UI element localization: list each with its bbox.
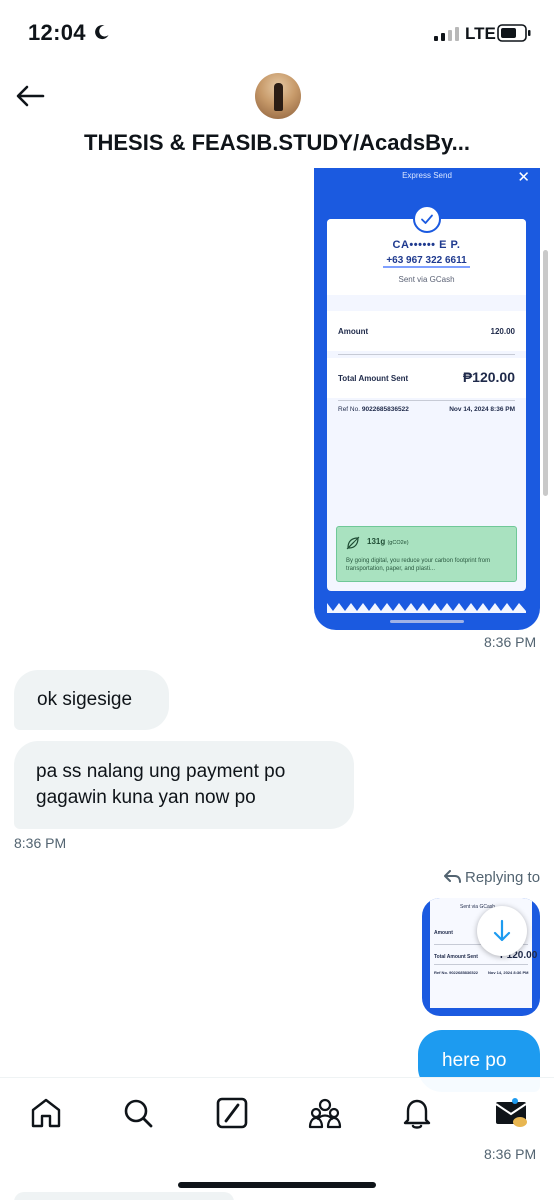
scroll-to-bottom-button[interactable]: [477, 906, 527, 956]
message-text-line: pa ss nalang ung payment po: [36, 761, 286, 782]
incoming-message-bubble[interactable]: pa ss nalang ung payment po gagawin kuna…: [14, 741, 354, 829]
media-home-indicator: [390, 620, 464, 623]
conversation-title[interactable]: THESIS & FEASIB.STUDY/AcadsBy...: [0, 130, 554, 156]
close-icon: ✕: [517, 169, 530, 186]
thumb-total-label: Total Amount Sent: [434, 954, 478, 960]
message-text-line: gagawin kuna yan now po: [36, 787, 256, 808]
message-text: ok sigesige: [37, 689, 133, 710]
amount-value: 120.00: [490, 327, 515, 336]
messages-icon[interactable]: [494, 1096, 528, 1130]
amount-row: Amount 120.00: [327, 311, 526, 351]
moon-icon: [95, 25, 109, 40]
home-indicator[interactable]: [178, 1182, 376, 1188]
notifications-icon[interactable]: [400, 1096, 434, 1130]
amount-label: Amount: [338, 327, 369, 336]
message-timestamp: 8:36 PM: [484, 634, 537, 650]
scrollbar[interactable]: [543, 250, 548, 496]
replying-to-label: Replying to: [444, 869, 540, 886]
eco-amount-value: 131g: [367, 537, 386, 546]
recipient-phone: +63 967 322 6611: [327, 255, 526, 268]
transaction-date: Nov 14, 2024 8:36 PM: [449, 406, 515, 413]
sent-via-label: Sent via GCash: [398, 275, 455, 284]
leaf-icon: [346, 536, 360, 550]
recipient-name: CA•••••• E P.: [392, 239, 461, 251]
divider: [338, 400, 515, 401]
back-arrow-icon[interactable]: [14, 84, 46, 108]
status-time: 12:04: [28, 20, 86, 45]
status-bar: 12:04 LTE: [0, 0, 554, 70]
recipient-phone-text: +63 967 322 6611: [383, 255, 470, 268]
media-header-text: Express Send: [402, 171, 452, 180]
network-label: LTE: [465, 24, 496, 43]
communities-icon[interactable]: [308, 1096, 342, 1130]
thumb-amount-label: Amount: [434, 930, 453, 936]
search-icon[interactable]: [121, 1096, 155, 1130]
divider: [338, 354, 515, 355]
thumb-date: Nov 14, 2024 8:36 PM: [488, 970, 529, 975]
eco-text: By going digital, you reduce your carbon…: [346, 558, 491, 572]
receipt-recipient: CA•••••• E P. +63 967 322 6611 Sent via …: [327, 205, 526, 295]
home-icon[interactable]: [29, 1096, 63, 1130]
eco-amount: 131g (gCO2e): [367, 537, 409, 546]
receipt: CA•••••• E P. +63 967 322 6611 Sent via …: [327, 205, 526, 591]
eco-amount-unit: (gCO2e): [387, 540, 409, 546]
message-text: here po: [442, 1050, 507, 1071]
message-composer[interactable]: [14, 1192, 234, 1200]
grok-icon[interactable]: [215, 1096, 249, 1130]
thumb-divider: [434, 964, 528, 965]
battery-icon: [497, 24, 531, 42]
thumb-ref: Ref No. 9022685836522: [434, 970, 479, 975]
message-timestamp: 8:36 PM: [484, 1146, 537, 1162]
avatar-figure: [274, 83, 283, 111]
total-label: Total Amount Sent: [338, 374, 409, 383]
arrow-down-icon: [493, 919, 511, 942]
check-icon: [413, 205, 441, 233]
reply-arrow-icon: [444, 870, 461, 883]
signal-icon: [434, 27, 459, 41]
conversation-header: THESIS & FEASIB.STUDY/AcadsBy...: [0, 70, 554, 170]
incoming-message-bubble[interactable]: ok sigesige: [14, 670, 169, 730]
media-image-gcash-receipt[interactable]: Express Send ✕ CA•••••• E P. +63 967 322…: [314, 168, 540, 630]
ref-number: 9022685836522: [361, 406, 409, 413]
unread-dot: [512, 1098, 518, 1104]
receipt-zigzag-edge: [327, 603, 526, 613]
ref-label: Ref No.: [338, 406, 361, 413]
total-value: ₱120.00: [462, 369, 515, 385]
avatar[interactable]: [255, 73, 301, 119]
carbon-footprint-banner: 131g (gCO2e) By going digital, you reduc…: [336, 526, 517, 582]
message-timestamp: 8:36 PM: [14, 835, 67, 851]
total-row: Total Amount Sent ₱120.00: [327, 358, 526, 398]
replying-to-text: Replying to: [465, 869, 541, 886]
reference-number: Ref No. 9022685836522: [338, 406, 409, 413]
